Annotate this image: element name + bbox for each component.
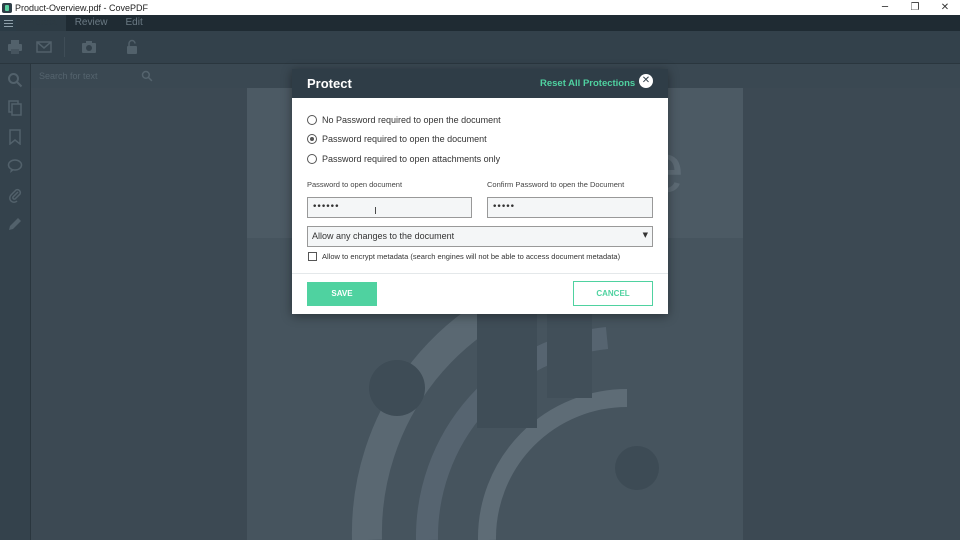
pen-icon[interactable] xyxy=(7,216,23,232)
option-label: No Password required to open the documen… xyxy=(322,115,501,125)
encrypt-metadata-option[interactable]: Allow to encrypt metadata (search engine… xyxy=(308,252,620,261)
toolbar xyxy=(0,31,960,64)
dropdown-arrow-icon: ▼ xyxy=(642,231,648,239)
lock-icon[interactable] xyxy=(124,39,140,55)
restore-button[interactable]: ❐ xyxy=(900,0,930,15)
camera-icon[interactable] xyxy=(81,39,97,55)
pages-icon[interactable] xyxy=(7,100,23,116)
protect-dialog: Protect Reset All Protections ✕ No Passw… xyxy=(292,69,668,314)
search-go-icon[interactable] xyxy=(141,68,155,84)
save-button[interactable]: SAVE xyxy=(307,282,377,306)
option-label: Password required to open the document xyxy=(322,134,487,144)
radio-no-password[interactable] xyxy=(307,115,317,125)
confirm-password-label: Confirm Password to open the Document xyxy=(487,180,625,189)
window-titlebar: Product-Overview.pdf - CovePDF ─ ❐ ✕ xyxy=(0,0,960,15)
tab-review[interactable]: Review xyxy=(66,15,117,31)
reset-protections-link[interactable]: Reset All Protections xyxy=(540,78,635,89)
menu-bar: Protect Review Edit xyxy=(0,15,960,31)
dialog-header: Protect Reset All Protections ✕ xyxy=(292,69,668,98)
minimize-button[interactable]: ─ xyxy=(870,0,900,15)
attachment-icon[interactable] xyxy=(7,187,23,203)
option-password-open[interactable]: Password required to open the document xyxy=(307,134,487,144)
window-controls: ─ ❐ ✕ xyxy=(870,0,960,15)
dialog-divider xyxy=(292,273,668,274)
permissions-value: Allow any changes to the document xyxy=(312,231,455,241)
bookmark-icon[interactable] xyxy=(7,129,23,146)
cancel-button[interactable]: CANCEL xyxy=(573,281,653,306)
search-icon[interactable] xyxy=(7,72,23,88)
password-field[interactable]: •••••• xyxy=(307,197,472,218)
radio-password-attachments[interactable] xyxy=(307,154,317,164)
comment-icon[interactable] xyxy=(7,158,23,174)
mail-icon[interactable] xyxy=(36,39,52,55)
text-cursor-icon: I xyxy=(374,206,377,217)
dialog-title: Protect xyxy=(307,76,352,91)
search-input[interactable]: Search for text xyxy=(35,68,155,84)
toolbar-separator xyxy=(64,37,65,57)
close-icon[interactable]: ✕ xyxy=(639,74,653,88)
encrypt-metadata-checkbox[interactable] xyxy=(308,252,317,261)
hamburger-menu-icon[interactable] xyxy=(0,15,16,31)
window-title: Product-Overview.pdf - CovePDF xyxy=(15,2,149,13)
option-no-password[interactable]: No Password required to open the documen… xyxy=(307,115,501,125)
encrypt-metadata-label: Allow to encrypt metadata (search engine… xyxy=(322,252,621,261)
app-logo-icon xyxy=(2,2,12,13)
print-icon[interactable] xyxy=(7,39,23,55)
confirm-password-field[interactable]: ••••• xyxy=(487,197,653,218)
option-label: Password required to open attachments on… xyxy=(322,154,501,164)
tab-protect[interactable]: Protect xyxy=(16,15,66,31)
permissions-select[interactable]: Allow any changes to the document ▼ xyxy=(307,226,653,247)
radio-password-open[interactable] xyxy=(307,134,317,144)
close-window-button[interactable]: ✕ xyxy=(930,0,960,15)
left-rail xyxy=(0,64,31,540)
option-password-attachments[interactable]: Password required to open attachments on… xyxy=(307,154,500,164)
password-label: Password to open document xyxy=(307,180,403,189)
tab-edit[interactable]: Edit xyxy=(116,15,151,31)
